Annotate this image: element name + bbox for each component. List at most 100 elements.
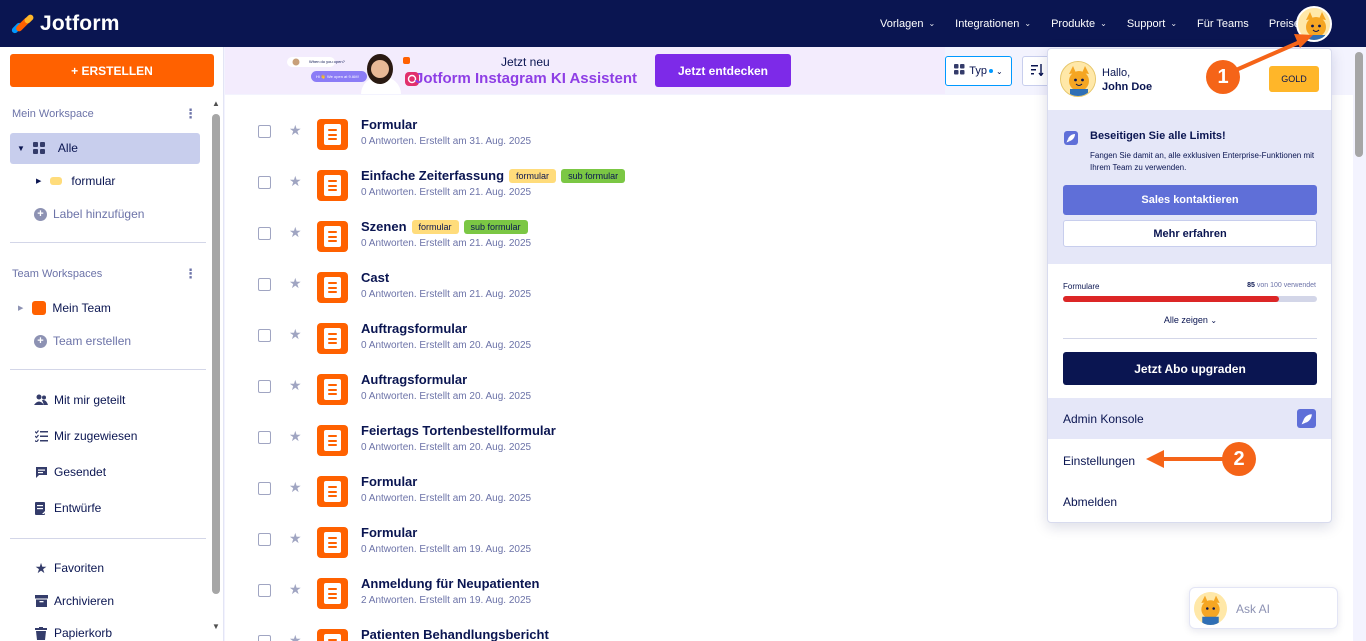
sidebar-item-label: Archivieren (54, 594, 115, 608)
favorite-star-icon[interactable]: ★ (289, 428, 302, 445)
team-more-icon[interactable]: ⋮ (184, 266, 197, 282)
workspace-more-icon[interactable]: ⋮ (184, 106, 197, 122)
form-title[interactable]: Auftragsformular (361, 372, 467, 387)
nav-products[interactable]: Produkte ⌄ (1051, 18, 1107, 30)
form-title[interactable]: Anmeldung für Neupatienten (361, 576, 539, 591)
ask-ai-button[interactable]: Ask AI (1189, 587, 1338, 629)
form-title[interactable]: Patienten Behandlungsbericht (361, 627, 549, 641)
discover-button[interactable]: Jetzt entdecken (655, 54, 791, 87)
user-avatar-button[interactable] (1296, 6, 1332, 42)
form-checkbox[interactable] (258, 584, 271, 597)
sidebar-item-my-team[interactable]: ▶ Mein Team (18, 301, 111, 315)
sidebar-scrollbar[interactable] (212, 114, 220, 594)
form-checkbox[interactable] (258, 431, 271, 444)
sidebar-item-archive[interactable]: Archivieren (34, 594, 114, 608)
jotform-logo[interactable]: Jotform (10, 12, 120, 36)
favorite-star-icon[interactable]: ★ (289, 377, 302, 394)
form-title-text: Formular (361, 117, 418, 132)
rocket-icon (1297, 409, 1316, 428)
create-button[interactable]: + ERSTELLEN (10, 54, 214, 87)
favorite-star-icon[interactable]: ★ (289, 275, 302, 292)
favorite-star-icon[interactable]: ★ (289, 632, 302, 641)
chevron-down-icon: ⌄ (996, 66, 1003, 76)
divider (1063, 338, 1317, 339)
form-row[interactable]: ★ Anmeldung für Neupatienten 2 Antworten. … (225, 554, 1353, 609)
banner-illustration: When do you open? Hi 👋 We open at 9 AM! (253, 49, 421, 94)
nav-integrations[interactable]: Integrationen ⌄ (955, 18, 1031, 30)
favorite-star-icon[interactable]: ★ (289, 581, 302, 598)
form-tag[interactable]: sub formular (463, 219, 528, 234)
type-filter-label: Typ (969, 65, 988, 77)
form-checkbox[interactable] (258, 380, 271, 393)
logout-menu-item[interactable]: Abmelden (1063, 495, 1117, 509)
sidebar-item-folder[interactable]: ▶ formular (36, 174, 115, 188)
team-icon (32, 301, 47, 315)
sidebar-item-sent[interactable]: Gesendet (34, 465, 106, 479)
archive-icon (34, 594, 48, 608)
favorite-star-icon[interactable]: ★ (289, 122, 302, 139)
form-title[interactable]: Auftragsformular (361, 321, 467, 336)
message-icon (34, 465, 48, 479)
form-tag[interactable]: formular (411, 219, 459, 234)
form-title[interactable]: Cast (361, 270, 389, 285)
favorite-star-icon[interactable]: ★ (289, 326, 302, 343)
form-icon (317, 629, 348, 641)
sidebar-item-shared[interactable]: Mit mir geteilt (34, 393, 125, 407)
create-team-text: Team erstellen (53, 334, 132, 348)
grid-icon (954, 64, 965, 78)
sidebar-item-all[interactable]: ▼ Alle (17, 141, 78, 155)
form-checkbox[interactable] (258, 227, 271, 240)
usage-rest: von 100 verwendet (1256, 282, 1316, 289)
nav-support[interactable]: Support ⌄ (1127, 18, 1177, 30)
form-checkbox[interactable] (258, 176, 271, 189)
form-title[interactable]: Szenen formular sub formular (361, 219, 528, 234)
form-title[interactable]: Feiertags Tortenbestellformular (361, 423, 556, 438)
plan-badge[interactable]: GOLD (1269, 66, 1319, 92)
scroll-up-icon[interactable]: ▲ (212, 99, 220, 108)
form-checkbox[interactable] (258, 329, 271, 342)
usage-bar (1063, 296, 1317, 302)
form-title[interactable]: Formular (361, 117, 417, 132)
nav-templates[interactable]: Vorlagen ⌄ (880, 18, 935, 30)
form-checkbox[interactable] (258, 482, 271, 495)
contact-sales-button[interactable]: Sales kontaktieren (1063, 185, 1317, 215)
admin-console-item[interactable]: Admin Konsole (1048, 398, 1331, 439)
form-checkbox[interactable] (258, 635, 271, 641)
nav-teams[interactable]: Für Teams (1197, 18, 1249, 30)
add-label-text: Label hinzufügen (53, 207, 145, 221)
form-title[interactable]: Formular (361, 525, 417, 540)
form-checkbox[interactable] (258, 125, 271, 138)
sidebar-item-assigned[interactable]: Mir zugewiesen (34, 429, 137, 443)
form-tag[interactable]: sub formular (561, 168, 626, 183)
form-row[interactable]: ★ Patienten Behandlungsbericht (225, 605, 1353, 641)
sidebar-item-drafts[interactable]: Entwürfe (34, 501, 101, 515)
favorite-star-icon[interactable]: ★ (289, 224, 302, 241)
draft-icon (34, 501, 48, 515)
chevron-down-icon: ⌄ (1100, 19, 1107, 28)
form-checkbox[interactable] (258, 278, 271, 291)
type-filter-button[interactable]: Typ ⌄ (945, 56, 1012, 86)
favorite-star-icon[interactable]: ★ (289, 479, 302, 496)
learn-more-button[interactable]: Mehr erfahren (1063, 220, 1317, 247)
trash-icon (34, 626, 48, 640)
scroll-down-icon[interactable]: ▼ (212, 622, 220, 631)
create-team-button[interactable]: + Team erstellen (34, 334, 131, 348)
form-tag[interactable]: formular (509, 168, 557, 183)
sidebar-item-favorites[interactable]: ★ Favoriten (34, 560, 104, 576)
cat-avatar-icon (1061, 62, 1095, 96)
sidebar-item-trash[interactable]: Papierkorb (34, 626, 112, 640)
settings-menu-item[interactable]: Einstellungen (1063, 454, 1135, 468)
sidebar-item-label: Papierkorb (54, 626, 113, 640)
upgrade-button[interactable]: Jetzt Abo upgraden (1063, 352, 1317, 385)
show-all-button[interactable]: Alle zeigen ⌄ (1048, 315, 1331, 325)
favorite-star-icon[interactable]: ★ (289, 530, 302, 547)
add-label-button[interactable]: + Label hinzufügen (34, 207, 144, 221)
form-checkbox[interactable] (258, 533, 271, 546)
main-scrollbar[interactable] (1355, 52, 1363, 157)
sidebar-item-label: Gesendet (54, 465, 107, 479)
favorite-star-icon[interactable]: ★ (289, 173, 302, 190)
form-title[interactable]: Einfache Zeiterfassung formular sub formul… (361, 168, 626, 183)
sidebar-item-label: Mit mir geteilt (54, 393, 126, 407)
banner-title: Jotform Instagram KI Assistent (415, 70, 637, 87)
form-title[interactable]: Formular (361, 474, 417, 489)
